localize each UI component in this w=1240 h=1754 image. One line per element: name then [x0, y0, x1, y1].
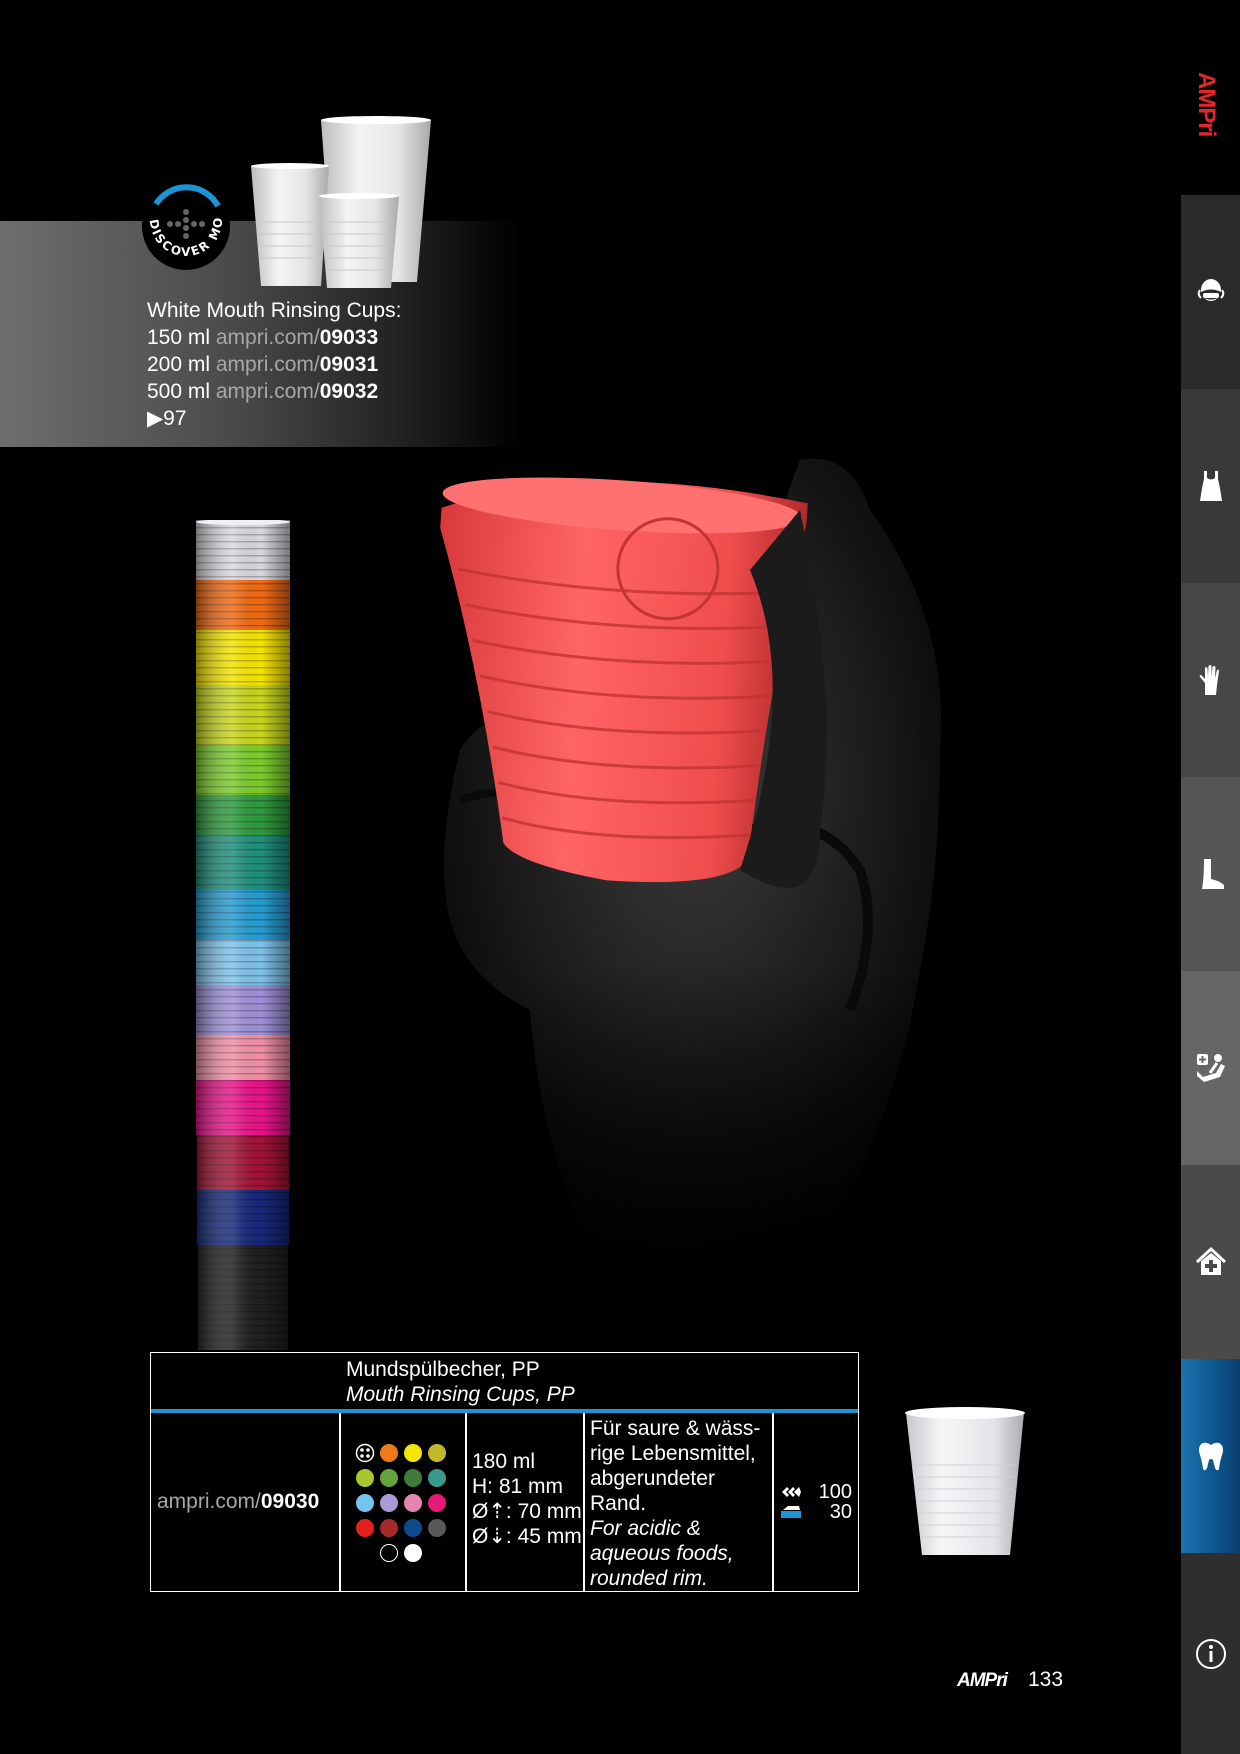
color-swatch: [356, 1519, 374, 1537]
color-swatch: [404, 1544, 422, 1562]
related-products-title: White Mouth Rinsing Cups:: [147, 299, 402, 322]
face-mask-icon: [1197, 279, 1224, 301]
sidebar-tab-medical-facility[interactable]: [1181, 1165, 1240, 1359]
color-swatch: [356, 1469, 374, 1487]
packaging-info: 100 30: [774, 1413, 858, 1591]
outer-pack-quantity: 30: [829, 1501, 852, 1523]
color-swatch: [428, 1494, 446, 1512]
shipping-box-icon: [781, 1506, 801, 1518]
dim-height: H: 81 mm: [472, 1475, 564, 1498]
color-swatch: [428, 1444, 446, 1462]
sidebar-tab-info[interactable]: [1181, 1553, 1240, 1754]
color-swatch: [380, 1469, 398, 1487]
sidebar-tab-face-mask[interactable]: [1181, 195, 1240, 389]
product-table: Mundspülbecher, PP Mouth Rinsing Cups, P…: [150, 1352, 859, 1592]
patient-chair-icon: [1196, 1054, 1225, 1082]
dim-bottom-diameter: Ø⇣: 45 mm: [472, 1525, 582, 1548]
color-swatch: [356, 1494, 374, 1512]
hand-holding-red-cup-image: [420, 450, 960, 1310]
glove-icon: [1199, 665, 1219, 695]
color-options-icon: [355, 1443, 375, 1463]
color-swatch: [380, 1519, 398, 1537]
sidebar-tab-gloves[interactable]: [1181, 583, 1240, 777]
color-swatch: [380, 1494, 398, 1512]
color-swatch: [380, 1444, 398, 1462]
info-icon: [1195, 1638, 1226, 1669]
page-reference[interactable]: ▶97: [147, 405, 401, 432]
boot-cover-icon: [1201, 859, 1224, 889]
dim-top-diameter: Ø⇡: 70 mm: [472, 1500, 582, 1523]
color-swatch: [404, 1519, 422, 1537]
sidebar-tab-dental[interactable]: [1181, 1359, 1240, 1553]
related-product-150[interactable]: 150 ml ampri.com/09033: [147, 324, 401, 351]
product-dimensions: 180 ml H: 81 mm Ø⇡: 70 mm Ø⇣: 45 mm: [466, 1413, 584, 1591]
inner-pack-icon: [782, 1487, 801, 1497]
color-swatch: [380, 1544, 398, 1562]
color-swatches: [341, 1413, 465, 1591]
footer-brand-logo: AMPri: [957, 1670, 1008, 1691]
product-table-header: Mundspülbecher, PP Mouth Rinsing Cups, P…: [151, 1353, 858, 1413]
product-title-en: Mouth Rinsing Cups, PP: [346, 1383, 575, 1406]
white-cups-image: [251, 116, 431, 288]
color-swatch: [428, 1469, 446, 1487]
color-swatch: [404, 1469, 422, 1487]
dim-volume: 180 ml: [472, 1450, 536, 1473]
stacked-cups-image: [196, 520, 290, 1350]
tooth-icon: [1198, 1442, 1223, 1471]
product-link[interactable]: ampri.com/09030: [151, 1413, 339, 1591]
product-description: Für saure & wäss- rige Lebensmittel, abg…: [590, 1417, 761, 1590]
discover-more-badge[interactable]: DISCOVER MORE: [138, 178, 234, 274]
brand-logo-top-text: AMPri: [1193, 72, 1220, 137]
related-product-200[interactable]: 200 ml ampri.com/09031: [147, 351, 401, 378]
brand-logo-top: AMPri: [1190, 72, 1230, 142]
sidebar-tab-patient-care[interactable]: [1181, 971, 1240, 1165]
color-swatch: [404, 1444, 422, 1462]
category-sidebar: [1181, 195, 1240, 1754]
sidebar-tab-shoe-covers[interactable]: [1181, 777, 1240, 971]
white-cup-image: [905, 1407, 1025, 1555]
color-swatch: [404, 1494, 422, 1512]
color-swatch: [428, 1519, 446, 1537]
apron-icon: [1199, 471, 1222, 501]
product-title-de: Mundspülbecher, PP: [346, 1358, 540, 1381]
sidebar-tab-apron[interactable]: [1181, 389, 1240, 583]
medical-home-icon: [1195, 1246, 1226, 1275]
related-products-list: White Mouth Rinsing Cups: 150 ml ampri.c…: [147, 297, 401, 432]
related-product-500[interactable]: 500 ml ampri.com/09032: [147, 378, 401, 405]
page-number: 133: [1028, 1668, 1064, 1691]
